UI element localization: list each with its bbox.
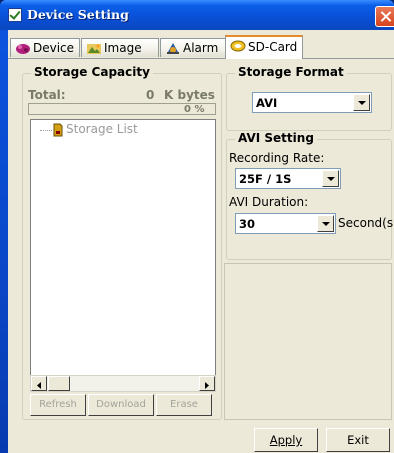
chevron-down-icon[interactable] bbox=[322, 170, 339, 187]
arrow-left-icon bbox=[37, 382, 41, 389]
storage-list-node[interactable]: Storage List bbox=[66, 122, 138, 136]
tab-device-label: Device bbox=[33, 41, 75, 55]
tab-image-label: Image bbox=[104, 41, 142, 55]
device-icon bbox=[16, 44, 30, 54]
storage-capacity-title: Storage Capacity bbox=[31, 65, 153, 79]
recording-rate-select[interactable]: 25F / 1S bbox=[235, 168, 341, 189]
avi-setting-title: AVI Setting bbox=[235, 131, 317, 145]
tree-connector bbox=[40, 130, 52, 131]
device-setting-window: Device Setting Device Image Alarm SD-Car… bbox=[0, 0, 394, 453]
chevron-down-icon[interactable] bbox=[353, 94, 370, 111]
scroll-thumb[interactable] bbox=[48, 376, 70, 391]
alarm-icon bbox=[167, 43, 179, 54]
tab-image[interactable]: Image bbox=[81, 38, 159, 57]
exit-label: Exit bbox=[347, 433, 369, 447]
chevron-down-icon[interactable] bbox=[317, 215, 334, 232]
scroll-left-button[interactable] bbox=[31, 376, 47, 391]
window-title: Device Setting bbox=[27, 7, 129, 22]
avi-duration-select[interactable]: 30 bbox=[235, 213, 336, 234]
exit-button[interactable]: Exit bbox=[326, 428, 390, 452]
scroll-right-button[interactable] bbox=[199, 376, 215, 391]
usage-percent: 0 % bbox=[184, 104, 205, 115]
erase-button[interactable]: Erase bbox=[156, 394, 212, 416]
tab-sd-card[interactable]: SD-Card bbox=[225, 35, 303, 59]
total-unit: K bytes bbox=[164, 88, 215, 102]
storage-list-tree[interactable]: Storage List bbox=[30, 119, 216, 391]
storage-format-select[interactable]: AVI bbox=[252, 92, 372, 113]
dialog-client: Device Image Alarm SD-Card Storage Capac… bbox=[8, 30, 394, 453]
avi-duration-label: AVI Duration: bbox=[229, 195, 309, 209]
recording-rate-label: Recording Rate: bbox=[229, 151, 325, 165]
storage-format-value: AVI bbox=[256, 96, 278, 110]
empty-panel bbox=[224, 263, 392, 420]
avi-duration-value: 30 bbox=[239, 217, 256, 231]
sd-card-icon bbox=[230, 40, 246, 52]
tab-alarm[interactable]: Alarm bbox=[160, 38, 226, 57]
download-button[interactable]: Download bbox=[88, 394, 154, 416]
close-button[interactable] bbox=[375, 6, 394, 27]
tab-alarm-label: Alarm bbox=[183, 41, 219, 55]
total-label: Total: bbox=[28, 88, 66, 102]
duration-unit-label: Second(s) bbox=[338, 216, 394, 230]
recording-rate-value: 25F / 1S bbox=[239, 172, 292, 186]
apply-label: Apply bbox=[269, 433, 303, 447]
total-value: 0 bbox=[146, 88, 155, 102]
apply-button[interactable]: Apply bbox=[254, 428, 318, 452]
tab-sd-card-label: SD-Card bbox=[248, 40, 298, 54]
horizontal-scrollbar[interactable] bbox=[30, 375, 216, 392]
checkbox-app-icon bbox=[8, 8, 22, 22]
storage-format-title: Storage Format bbox=[235, 65, 347, 79]
tab-device[interactable]: Device bbox=[10, 38, 80, 57]
arrow-right-icon bbox=[205, 382, 209, 389]
image-icon bbox=[87, 44, 101, 54]
refresh-button[interactable]: Refresh bbox=[30, 394, 86, 416]
title-bar[interactable]: Device Setting bbox=[0, 0, 394, 30]
sd-card-node-icon bbox=[53, 123, 63, 137]
